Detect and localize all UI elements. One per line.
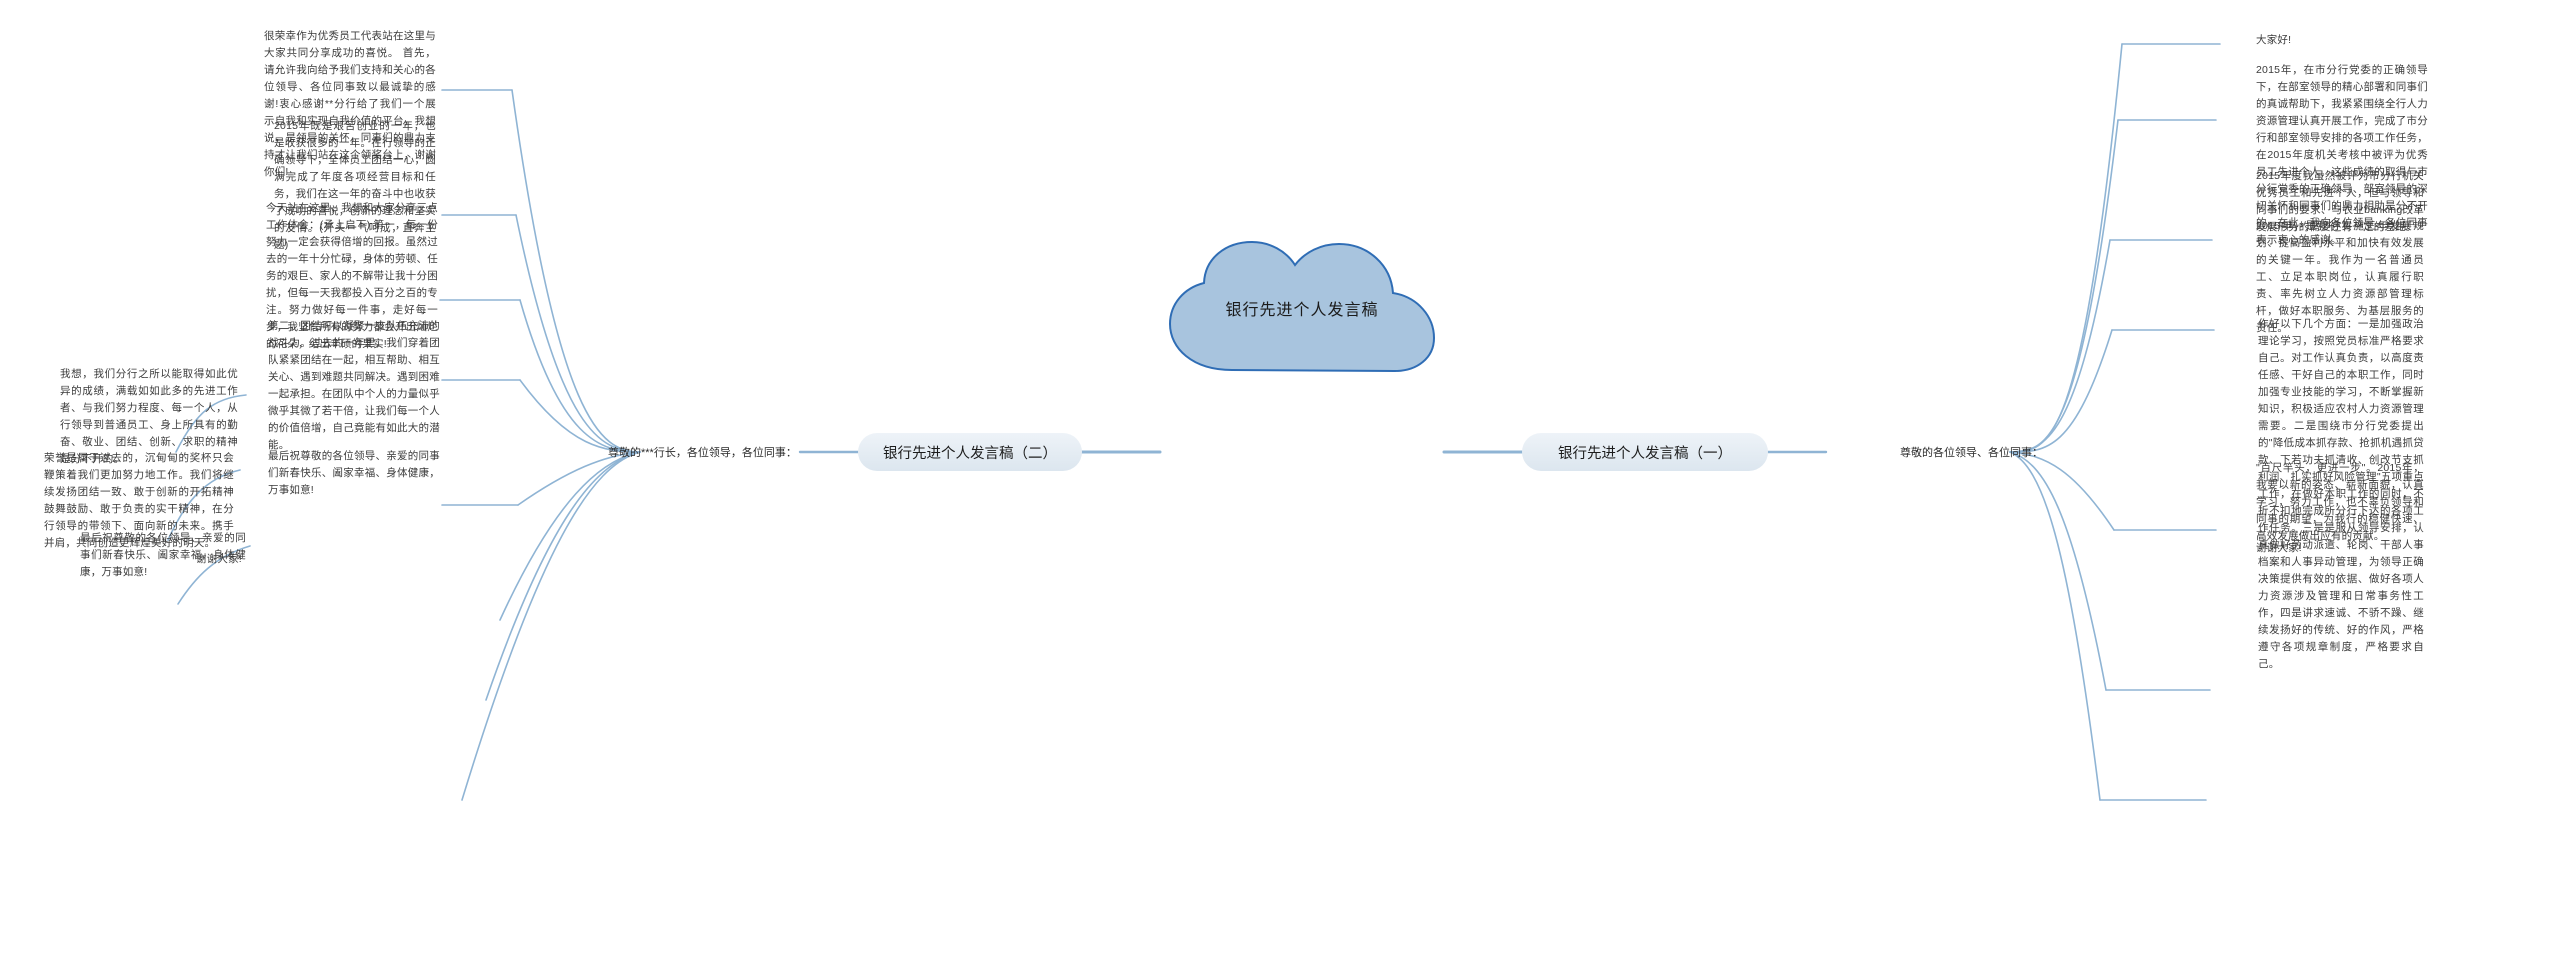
leaf-right-6: "百尺竿头，更进一步"。2015年，我要以新的姿态、崭新面貌，认真学习，努力工作… [2256,462,2424,542]
leaf-left-closing: 谢谢大家! [196,553,242,565]
branch-one-salutation: 尊敬的各位领导、各位同事： [1900,447,2043,459]
leaf-left-7: 最后祝尊敬的各位领导、亲爱的同事们新春快乐、阖家幸福、身体健康，万事如意! [268,450,440,496]
mindmap-canvas: 银行先进个人发言稿 银行先进个人发言稿（二） 银行先进个人发言稿（一） 尊敬的*… [0,0,2560,970]
branch-node-one-label: 银行先进个人发言稿（一） [1558,445,1732,462]
cloud-shape [1168,240,1436,373]
branch-node-two[interactable]: 银行先进个人发言稿（二） [858,433,1082,471]
leaf-left-4: 第二，团结可以凝聚一支队伍充沛的战斗力。过去的一年里，我们穿着团队紧紧团结在一起… [268,320,440,451]
leaf-right-1: 大家好! [2256,34,2292,46]
center-node[interactable]: 银行先进个人发言稿 [1162,240,1442,375]
branch-two-salutation: 尊敬的***行长，各位领导，各位同事： [608,447,797,459]
branch-node-two-label: 银行先进个人发言稿（二） [883,445,1057,462]
leaf-right-closing: 谢谢大家! [2256,542,2302,554]
branch-node-one[interactable]: 银行先进个人发言稿（一） [1522,433,1768,471]
